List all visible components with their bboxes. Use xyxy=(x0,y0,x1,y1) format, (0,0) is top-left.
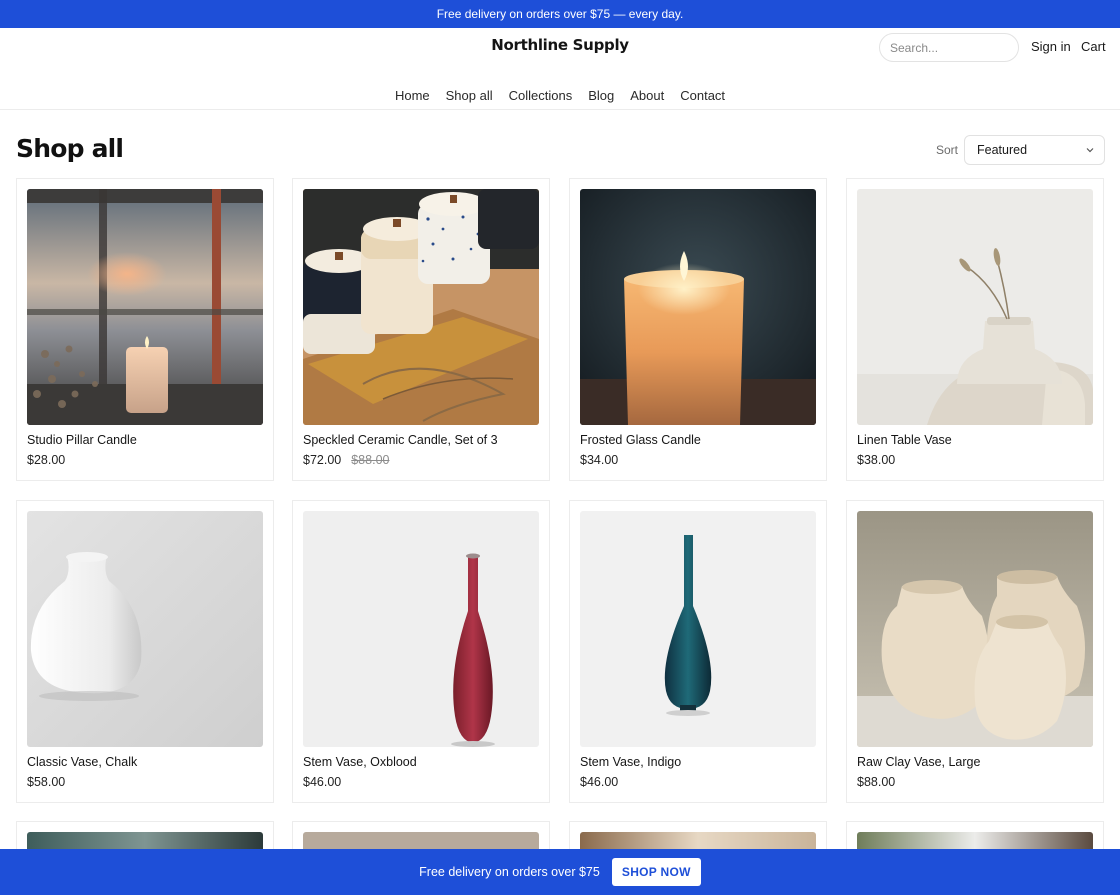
product-image[interactable] xyxy=(303,189,539,425)
product-image[interactable] xyxy=(580,511,816,747)
product-price: $72.00 $88.00 xyxy=(303,453,389,467)
product-image[interactable] xyxy=(27,511,263,747)
product-name[interactable]: Raw Clay Vase, Large xyxy=(857,755,980,769)
sale-price: $28.00 xyxy=(27,453,66,467)
nav-item-about[interactable]: About xyxy=(630,88,664,103)
promo-text: Free delivery on orders over $75 xyxy=(419,865,600,879)
announcement-bar: Free delivery on orders over $75 — every… xyxy=(0,0,1120,28)
sale-price: $34.00 xyxy=(580,453,619,467)
cart-link[interactable]: Cart xyxy=(1081,39,1106,54)
product-image[interactable] xyxy=(303,511,539,747)
indigo-vase-photo xyxy=(580,511,816,747)
product-card[interactable]: Raw Clay Vase, Large $88.00 xyxy=(846,500,1104,803)
sale-price: $88.00 xyxy=(857,775,896,789)
product-card[interactable]: Linen Table Vase $38.00 xyxy=(846,178,1104,481)
sale-price: $58.00 xyxy=(27,775,66,789)
sale-price: $38.00 xyxy=(857,453,896,467)
product-name[interactable]: Speckled Ceramic Candle, Set of 3 xyxy=(303,433,498,447)
compare-at-price: $88.00 xyxy=(351,453,390,467)
product-price: $38.00 xyxy=(857,453,895,467)
sort-label: Sort xyxy=(936,143,959,157)
product-price: $28.00 xyxy=(27,453,65,467)
brand-logo[interactable]: Northline Supply xyxy=(491,36,629,54)
chevron-down-icon xyxy=(1086,148,1094,153)
sale-price: $72.00 xyxy=(303,453,342,467)
candle-window-photo xyxy=(27,189,263,425)
product-name[interactable]: Studio Pillar Candle xyxy=(27,433,137,447)
product-card[interactable]: Frosted Glass Candle $34.00 xyxy=(569,178,827,481)
product-price: $46.00 xyxy=(303,775,341,789)
nav-item-home[interactable]: Home xyxy=(395,88,430,103)
announcement-text: Free delivery on orders over $75 — every… xyxy=(436,7,684,21)
sign-in-link[interactable]: Sign in xyxy=(1031,39,1071,54)
main-nav: Home Shop all Collections Blog About Con… xyxy=(0,88,1120,103)
nav-item-contact[interactable]: Contact xyxy=(680,88,725,103)
product-name[interactable]: Stem Vase, Oxblood xyxy=(303,755,417,769)
product-image[interactable] xyxy=(580,189,816,425)
product-name[interactable]: Linen Table Vase xyxy=(857,433,952,447)
nav-item-collections[interactable]: Collections xyxy=(509,88,573,103)
nav-item-blog[interactable]: Blog xyxy=(588,88,614,103)
page-title: Shop all xyxy=(16,134,124,163)
product-card[interactable]: Classic Vase, Chalk $58.00 xyxy=(16,500,274,803)
site-header: Northline Supply Sign in Cart Home Shop … xyxy=(0,28,1120,110)
ceramic-candles-photo xyxy=(303,189,539,425)
product-card[interactable]: Stem Vase, Oxblood $46.00 xyxy=(292,500,550,803)
product-price: $88.00 xyxy=(857,775,895,789)
oxblood-vase-photo xyxy=(303,511,539,747)
product-image[interactable] xyxy=(857,189,1093,425)
shop-now-button[interactable]: SHOP NOW xyxy=(611,858,701,886)
sale-price: $46.00 xyxy=(580,775,619,789)
nav-item-shop-all[interactable]: Shop all xyxy=(446,88,493,103)
sticky-promo-bar: Free delivery on orders over $75 SHOP NO… xyxy=(0,849,1120,895)
product-image[interactable] xyxy=(27,189,263,425)
product-price: $34.00 xyxy=(580,453,618,467)
product-name[interactable]: Classic Vase, Chalk xyxy=(27,755,137,769)
product-card[interactable]: Studio Pillar Candle $28.00 xyxy=(16,178,274,481)
search-input[interactable] xyxy=(879,33,1019,62)
sort-select[interactable]: Featured xyxy=(964,135,1105,165)
product-name[interactable]: Stem Vase, Indigo xyxy=(580,755,681,769)
glass-candle-photo xyxy=(580,189,816,425)
chalk-vase-photo xyxy=(27,511,263,747)
product-card[interactable]: Stem Vase, Indigo $46.00 xyxy=(569,500,827,803)
sort-selected-value: Featured xyxy=(977,143,1028,157)
product-name[interactable]: Frosted Glass Candle xyxy=(580,433,701,447)
product-card[interactable]: Speckled Ceramic Candle, Set of 3 $72.00… xyxy=(292,178,550,481)
linen-vase-photo xyxy=(857,189,1093,425)
product-price: $58.00 xyxy=(27,775,65,789)
product-image[interactable] xyxy=(857,511,1093,747)
product-price: $46.00 xyxy=(580,775,618,789)
sale-price: $46.00 xyxy=(303,775,342,789)
raw-clay-vases-photo xyxy=(857,511,1093,747)
